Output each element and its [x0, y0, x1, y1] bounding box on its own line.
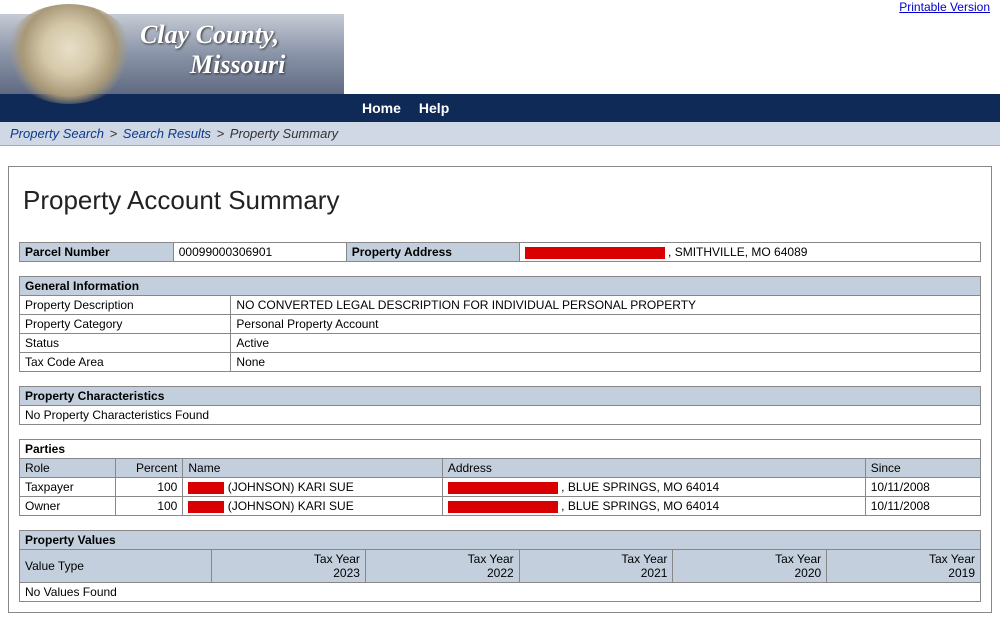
values-header: Property Values: [20, 531, 981, 550]
breadcrumb-property-search[interactable]: Property Search: [10, 126, 104, 141]
col-year: Tax Year 2023: [212, 550, 366, 583]
gi-label: Tax Code Area: [20, 353, 231, 372]
main-panel: Property Account Summary Parcel Number 0…: [8, 166, 992, 613]
county-banner: Clay County, Missouri: [0, 14, 344, 94]
party-name: (JOHNSON) KARI SUE: [183, 478, 442, 497]
printable-version-link[interactable]: Printable Version: [899, 0, 990, 14]
col-name: Name: [183, 459, 442, 478]
parties-column-row: Role Percent Name Address Since: [20, 459, 981, 478]
characteristics-table: Property Characteristics No Property Cha…: [19, 386, 981, 425]
parcel-number-value: 00099000306901: [173, 243, 346, 262]
party-address: , BLUE SPRINGS, MO 64014: [442, 478, 865, 497]
gi-value: NO CONVERTED LEGAL DESCRIPTION FOR INDIV…: [231, 296, 981, 315]
col-address: Address: [442, 459, 865, 478]
table-row: Tax Code Area None: [20, 353, 981, 372]
general-info-header: General Information: [20, 277, 981, 296]
nav-help[interactable]: Help: [419, 100, 449, 116]
col-year: Tax Year 2021: [519, 550, 673, 583]
party-role: Owner: [20, 497, 116, 516]
nav-bar: Home Help: [0, 94, 1000, 122]
characteristics-none: No Property Characteristics Found: [20, 406, 981, 425]
col-year: Tax Year 2022: [365, 550, 519, 583]
party-name: (JOHNSON) KARI SUE: [183, 497, 442, 516]
col-since: Since: [865, 459, 980, 478]
general-info-table: General Information Property Description…: [19, 276, 981, 372]
gi-label: Status: [20, 334, 231, 353]
table-row: Property Category Personal Property Acco…: [20, 315, 981, 334]
table-row: Taxpayer 100 (JOHNSON) KARI SUE , BLUE S…: [20, 478, 981, 497]
party-address: , BLUE SPRINGS, MO 64014: [442, 497, 865, 516]
values-none: No Values Found: [20, 583, 981, 602]
col-percent: Percent: [116, 459, 183, 478]
nav-home[interactable]: Home: [362, 100, 401, 116]
parties-table: Parties Role Percent Name Address Since …: [19, 439, 981, 516]
gi-value: None: [231, 353, 981, 372]
party-percent: 100: [116, 478, 183, 497]
gi-label: Property Description: [20, 296, 231, 315]
breadcrumb-search-results[interactable]: Search Results: [123, 126, 211, 141]
party-since: 10/11/2008: [865, 497, 980, 516]
table-row: Owner 100 (JOHNSON) KARI SUE , BLUE SPRI…: [20, 497, 981, 516]
county-seal-icon: [4, 4, 134, 104]
characteristics-header: Property Characteristics: [20, 387, 981, 406]
table-row: No Values Found: [20, 583, 981, 602]
col-role: Role: [20, 459, 116, 478]
gi-value: Active: [231, 334, 981, 353]
redacted-block: [448, 482, 558, 494]
values-year-row: Value Type Tax Year 2023 Tax Year 2022 T…: [20, 550, 981, 583]
county-name: Clay County, Missouri: [140, 20, 285, 80]
col-value-type: Value Type: [20, 550, 212, 583]
parcel-number-label: Parcel Number: [20, 243, 174, 262]
gi-label: Property Category: [20, 315, 231, 334]
col-year: Tax Year 2019: [827, 550, 981, 583]
parties-header: Parties: [20, 440, 981, 459]
gi-value: Personal Property Account: [231, 315, 981, 334]
breadcrumb-sep: >: [217, 126, 225, 141]
redacted-block: [188, 482, 224, 494]
redacted-block: [188, 501, 224, 513]
col-year: Tax Year 2020: [673, 550, 827, 583]
property-address-value: , SMITHVILLE, MO 64089: [519, 243, 980, 262]
table-row: Property Description NO CONVERTED LEGAL …: [20, 296, 981, 315]
breadcrumb-current: Property Summary: [230, 126, 338, 141]
address-suffix: , SMITHVILLE, MO 64089: [668, 245, 807, 259]
redacted-block: [448, 501, 558, 513]
property-address-label: Property Address: [346, 243, 519, 262]
values-table: Property Values Value Type Tax Year 2023…: [19, 530, 981, 602]
party-role: Taxpayer: [20, 478, 116, 497]
redacted-block: [525, 247, 665, 259]
table-row: Status Active: [20, 334, 981, 353]
breadcrumb-sep: >: [110, 126, 118, 141]
party-percent: 100: [116, 497, 183, 516]
breadcrumb: Property Search > Search Results > Prope…: [0, 122, 1000, 146]
parcel-table: Parcel Number 00099000306901 Property Ad…: [19, 242, 981, 262]
page-title: Property Account Summary: [23, 185, 977, 216]
party-since: 10/11/2008: [865, 478, 980, 497]
